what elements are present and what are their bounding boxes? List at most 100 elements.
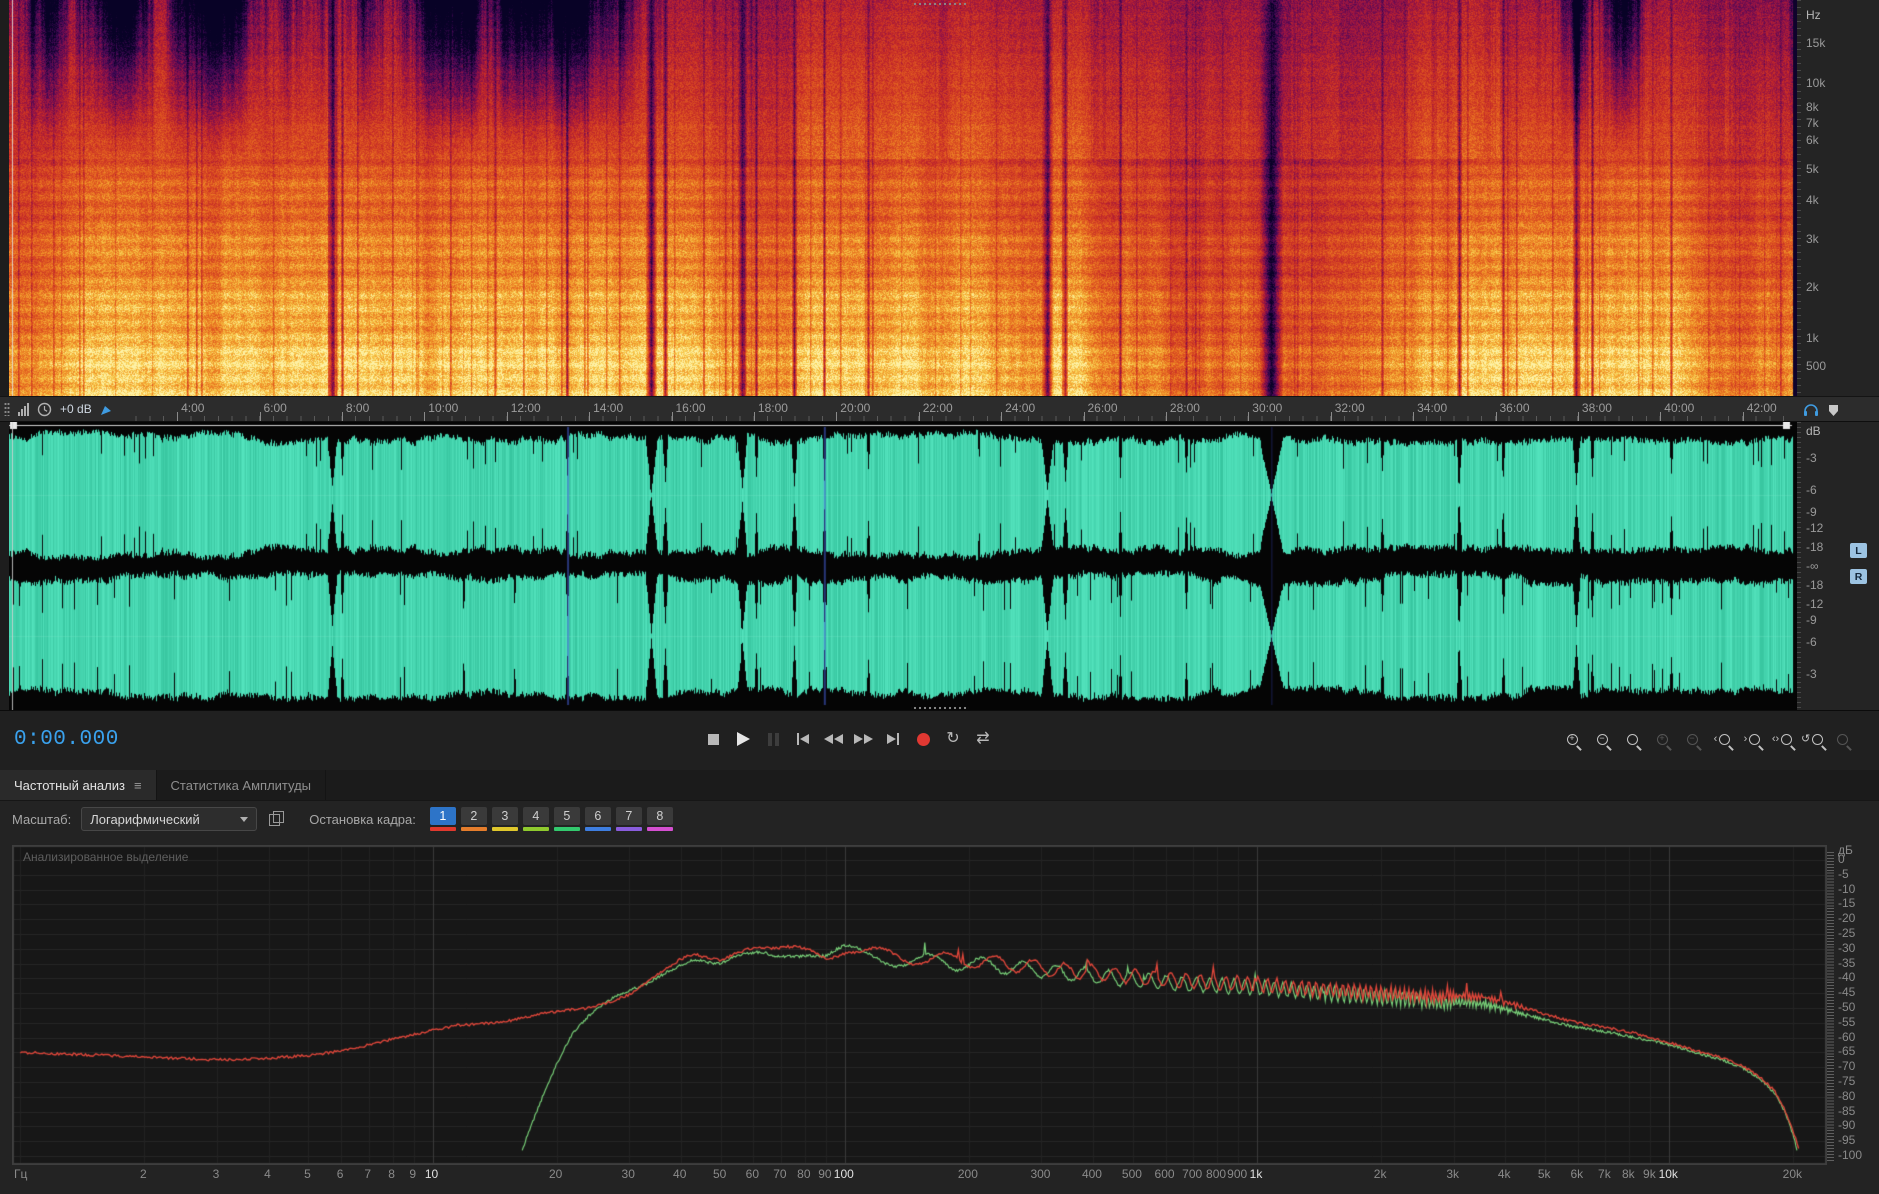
skip-selection-icon: ⇄ [976, 730, 990, 747]
db-axis-tick-label: -40 [1838, 970, 1856, 985]
time-display[interactable]: 0:00.000 [14, 728, 119, 751]
hold-button-2[interactable]: 2 [460, 807, 487, 831]
timeline-label: 8:00 [345, 401, 370, 415]
snap-pin-icon[interactable] [100, 403, 113, 416]
frequency-ruler-label: 2k [1806, 280, 1819, 295]
hold-color-swatch [553, 827, 580, 831]
freq-axis-tick-label: 9k [1643, 1167, 1656, 1181]
frequency-ruler-label: 6k [1806, 133, 1819, 148]
frequency-ruler-label: 7k [1806, 116, 1819, 131]
zoom-in-amplitude-button[interactable]: + [1651, 728, 1673, 750]
timeline-label: 26:00 [1087, 401, 1118, 415]
freq-axis-tick-label: 800 [1206, 1167, 1227, 1181]
hold-button-label: 1 [429, 807, 456, 825]
fast-forward-button[interactable] [851, 726, 875, 752]
channel-r-button[interactable]: R [1850, 569, 1867, 584]
timeline-tick [836, 412, 838, 421]
zoom-out-amplitude-button[interactable]: − [1681, 728, 1703, 750]
record-button[interactable] [911, 726, 935, 752]
hold-button-7[interactable]: 7 [615, 807, 642, 831]
amplitude-ruler[interactable]: dB -3 -6 -9 -12 -18 -∞ -18 -12 -9 -6 -3 [1797, 422, 1879, 710]
scale-select[interactable]: Логарифмический [81, 807, 258, 831]
loop-button[interactable]: ↻ [941, 726, 965, 752]
amplitude-ruler-label: -6 [1806, 635, 1817, 650]
freq-axis-tick-label: 7 [364, 1167, 372, 1181]
db-ruler-ticks [1827, 852, 1834, 1162]
hold-color-swatch [646, 827, 673, 831]
freq-axis-tick-label: 4 [264, 1167, 271, 1181]
panel-menu-icon[interactable]: ≡ [134, 778, 142, 793]
hold-color-swatch [522, 827, 549, 831]
waveform-display[interactable] [9, 422, 1797, 710]
zoom-in-button[interactable]: + [1561, 728, 1583, 750]
db-axis-tick-label: -90 [1838, 1118, 1856, 1133]
hold-button-1[interactable]: 1 [429, 807, 456, 831]
zoom-full-icon [1836, 733, 1848, 745]
gain-readout[interactable]: +0 dB [60, 402, 92, 416]
channel-l-button[interactable]: L [1850, 543, 1867, 558]
zoom-selection-button[interactable] [1621, 728, 1643, 750]
monitor-tools [1803, 398, 1839, 422]
skip-selection-button[interactable]: ⇄ [971, 726, 995, 752]
spectrogram-display[interactable] [9, 0, 1797, 396]
headphones-icon[interactable] [1803, 403, 1819, 417]
zoom-full-button[interactable] [1831, 728, 1853, 750]
panel-resize-handle-top[interactable] [910, 2, 969, 6]
frequency-ruler-label: 4k [1806, 192, 1819, 207]
stop-icon [707, 733, 719, 745]
zoom-in-point-modifier: ‹ [1713, 732, 1718, 745]
freq-axis-tick-label: 90 [818, 1167, 832, 1181]
zoom-out-point-icon [1749, 733, 1761, 745]
hold-button-3[interactable]: 3 [491, 807, 518, 831]
zoom-out-button[interactable]: − [1591, 728, 1613, 750]
tab-label: Частотный анализ [14, 777, 125, 793]
pause-button[interactable] [761, 726, 785, 752]
zoom-in-point-button[interactable]: ‹ [1711, 728, 1733, 750]
freq-axis-tick-label: 9 [409, 1167, 417, 1181]
timeline-tick [671, 412, 673, 421]
hold-button-8[interactable]: 8 [646, 807, 673, 831]
freq-axis-tick-label: 6 [336, 1167, 344, 1181]
copy-graph-button[interactable] [269, 811, 285, 827]
hold-color-swatch [491, 827, 518, 831]
frequency-ruler-ticks [1797, 0, 1801, 396]
freq-axis-tick-label: 200 [957, 1167, 978, 1181]
freq-axis-tick-label: 3 [212, 1167, 220, 1181]
amplitude-ruler-label: -18 [1806, 578, 1824, 593]
zoom-out-icon: − [1596, 733, 1608, 745]
frequency-ruler[interactable]: Hz 15k 10k 8k 7k 6k 5k 4k 3k 2k 1k 500 [1797, 0, 1879, 396]
hold-button-5[interactable]: 5 [553, 807, 580, 831]
level-meter-icon[interactable] [18, 402, 29, 416]
zoom-out-point-button[interactable]: › [1741, 728, 1763, 750]
db-axis-tick-label: -55 [1838, 1014, 1856, 1029]
zoom-reset-button[interactable]: ↺ [1801, 728, 1823, 750]
zoom-in-amplitude-icon: + [1656, 733, 1668, 745]
hold-button-6[interactable]: 6 [584, 807, 611, 831]
go-end-icon [886, 733, 900, 745]
stop-button[interactable] [701, 726, 725, 752]
timeline-ruler[interactable]: 4:00 6:00 8:00 10:00 12:00 14:00 16:00 18:00 20:… [0, 396, 1879, 422]
clock-icon[interactable] [37, 402, 52, 417]
tab-frequency-analysis[interactable]: Частотный анализ ≡ [0, 770, 157, 800]
db-axis-tick-label: -5 [1838, 866, 1849, 881]
tab-amplitude-statistics[interactable]: Статистика Амплитуды [157, 770, 327, 800]
timeline-label: 14:00 [593, 401, 624, 415]
freq-axis-tick-label: 300 [1030, 1167, 1051, 1181]
zoom-to-selection-button[interactable]: ‹› [1771, 728, 1793, 750]
go-start-button[interactable] [791, 726, 815, 752]
go-end-button[interactable] [881, 726, 905, 752]
freq-axis-tick-label: 4k [1497, 1167, 1511, 1181]
freq-axis-tick-label: 60 [745, 1167, 760, 1181]
marker-icon[interactable] [1828, 404, 1839, 417]
hold-color-swatch [615, 827, 642, 831]
rewind-button[interactable] [821, 726, 845, 752]
tab-label: Статистика Амплитуды [170, 777, 312, 793]
frequency-ruler-label: 8k [1806, 99, 1819, 114]
frequency-graph[interactable]: Анализированное выделение [12, 845, 1827, 1165]
hold-button-4[interactable]: 4 [522, 807, 549, 831]
play-button[interactable] [731, 726, 755, 752]
hold-button-label: 7 [615, 807, 642, 825]
freq-axis-tick-label: 900 [1227, 1167, 1248, 1181]
panel-resize-handle-middle[interactable] [910, 706, 969, 710]
timeline-tick [918, 412, 920, 421]
